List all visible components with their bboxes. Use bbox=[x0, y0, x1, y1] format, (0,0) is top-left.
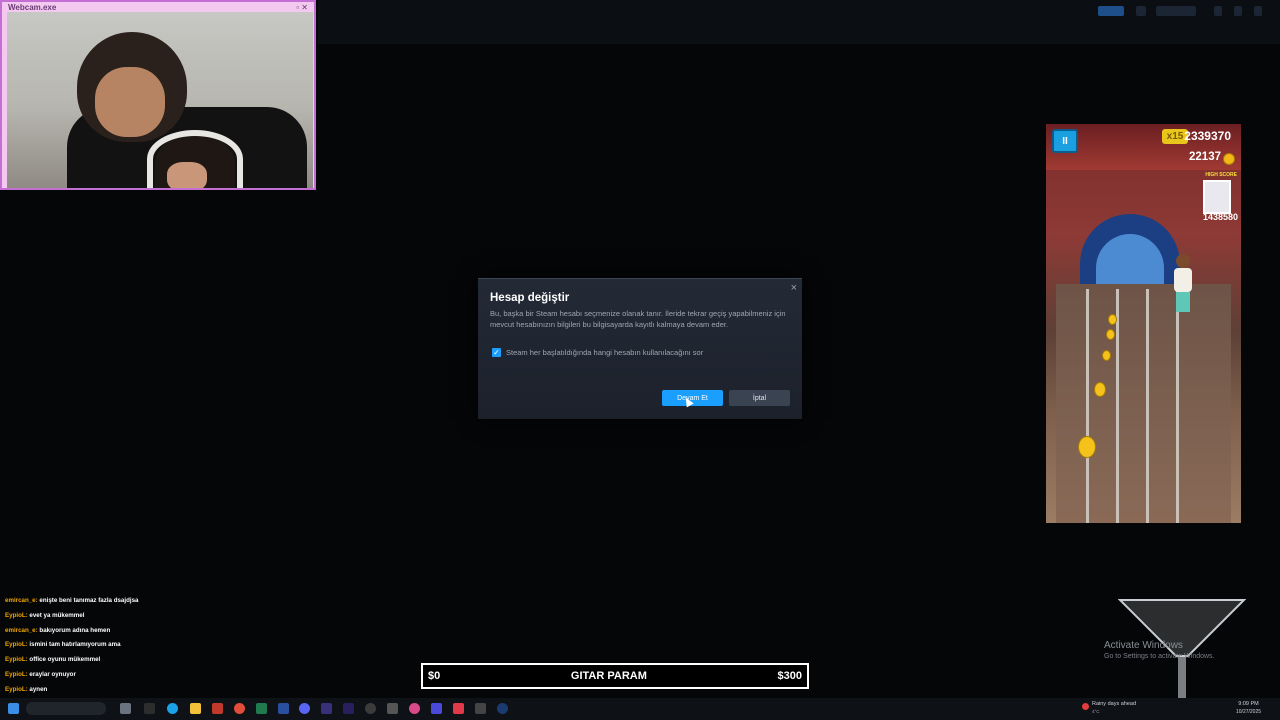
activate-windows-title: Activate Windows bbox=[1104, 640, 1183, 651]
maximize-icon[interactable] bbox=[1234, 6, 1242, 16]
coin-icon bbox=[1094, 382, 1106, 397]
app-icon[interactable] bbox=[431, 703, 442, 714]
steam-window-topbar bbox=[318, 0, 1280, 44]
webcam-window-controls: ▫ ✕ bbox=[296, 3, 308, 12]
game-panel: II x15 2339370 22137 HIGH SCORE 1438580 bbox=[1046, 124, 1241, 523]
chat-text: enişte beni tanımaz fazla dsajdjsa bbox=[39, 597, 139, 604]
webcam-title: Webcam.exe bbox=[8, 3, 57, 12]
terminal-icon[interactable] bbox=[144, 703, 155, 714]
chat-text: aynen bbox=[29, 685, 48, 693]
rail bbox=[1176, 289, 1179, 523]
file-explorer-icon[interactable] bbox=[190, 703, 201, 714]
runner-head bbox=[1176, 254, 1190, 268]
rail bbox=[1116, 289, 1119, 523]
dialog-title: Hesap değiştir bbox=[490, 292, 570, 304]
chat-message: EypioL: aynen bbox=[5, 683, 335, 698]
steam-icon[interactable] bbox=[497, 703, 508, 714]
pause-button[interactable]: II bbox=[1052, 129, 1078, 153]
clock-date: 10/27/2025 bbox=[1236, 709, 1262, 715]
premiere-icon[interactable] bbox=[343, 703, 354, 714]
after-effects-icon[interactable] bbox=[321, 703, 332, 714]
webcam-feed bbox=[7, 12, 313, 188]
activate-windows-watermark: Activate Windows Go to Settings to activ… bbox=[1104, 640, 1215, 660]
chat-username: EypioL: bbox=[5, 611, 28, 619]
photoshop-icon[interactable] bbox=[278, 703, 289, 714]
chat-text: ismini tam hatırlamıyorum ama bbox=[29, 641, 121, 649]
chat-message: EypioL: office oyunu mükemmel bbox=[5, 653, 335, 668]
chat-text: evet ya mükemmel bbox=[29, 611, 85, 619]
high-score-label: HIGH SCORE bbox=[1205, 172, 1237, 178]
obs-icon[interactable] bbox=[365, 703, 376, 714]
coin-icon bbox=[1108, 314, 1117, 325]
chat-text: office oyunu mükemmel bbox=[29, 656, 101, 664]
taskbar: Rainy days ahead 4°C 9:09 PM 10/27/2025 bbox=[0, 698, 1280, 720]
chrome-icon[interactable] bbox=[234, 703, 245, 714]
checkbox-label: Steam her başlatıldığında hangi hesabın … bbox=[506, 348, 704, 357]
checkmark-icon[interactable]: ✓ bbox=[492, 348, 501, 357]
donation-goal-bar: $0 GITAR PARAM $300 bbox=[421, 663, 809, 689]
task-view-icon[interactable] bbox=[120, 703, 131, 714]
chat-username: EypioL: bbox=[5, 641, 28, 649]
high-score-value: 1438580 bbox=[1202, 212, 1238, 222]
app-icon[interactable] bbox=[453, 703, 464, 714]
edge-icon[interactable] bbox=[167, 703, 178, 714]
coin-icon bbox=[1223, 153, 1235, 165]
chat-message: EypioL: ismini tam hatırlamıyorum ama bbox=[5, 638, 335, 653]
webcam-person-face bbox=[95, 67, 165, 137]
runner-character bbox=[1170, 254, 1196, 314]
stream-chat: emircan_e: enişte beni tanımaz fazla dsa… bbox=[5, 594, 335, 712]
coin-icon bbox=[1102, 350, 1111, 361]
app-icon[interactable] bbox=[475, 703, 486, 714]
minimize-icon[interactable] bbox=[1214, 6, 1222, 16]
start-icon[interactable] bbox=[8, 703, 19, 714]
chat-message: emircan_e: bakıyorum adına hemen bbox=[5, 624, 335, 639]
runner-legs bbox=[1176, 292, 1190, 312]
discord-icon[interactable] bbox=[299, 703, 310, 714]
headset-icon bbox=[147, 130, 243, 188]
search-box[interactable] bbox=[26, 702, 106, 715]
goal-title: GITAR PARAM bbox=[570, 670, 647, 682]
chat-username: EypioL: bbox=[5, 656, 28, 664]
account-menu[interactable] bbox=[1156, 6, 1196, 16]
webcam-overlay: Webcam.exe ▫ ✕ bbox=[0, 0, 316, 190]
weather-alert-icon bbox=[1082, 703, 1089, 710]
steam-topbar-button[interactable] bbox=[1098, 6, 1124, 16]
chat-username: emircan_e: bbox=[5, 626, 38, 634]
rail bbox=[1086, 289, 1089, 523]
runner-body bbox=[1174, 268, 1192, 292]
coin-count: 22137 bbox=[1189, 151, 1221, 163]
app-icon[interactable] bbox=[387, 703, 398, 714]
high-score-avatar bbox=[1203, 180, 1231, 214]
taskbar-clock[interactable]: 9:09 PM 10/27/2025 bbox=[1236, 701, 1261, 715]
clock-time: 9:09 PM bbox=[1238, 701, 1259, 707]
chat-text: eraylar oynuyor bbox=[29, 670, 76, 678]
goal-current-amount: $0 bbox=[428, 670, 441, 682]
chat-message: emircan_e: enişte beni tanımaz fazla dsa… bbox=[5, 594, 335, 609]
chat-message: EypioL: eraylar oynuyor bbox=[5, 668, 335, 683]
app-icon[interactable] bbox=[256, 703, 267, 714]
chat-username: EypioL: bbox=[5, 670, 28, 678]
dialog-close-icon[interactable]: × bbox=[791, 282, 797, 294]
switch-account-dialog: × Hesap değiştir Bu, başka bir Steam hes… bbox=[478, 278, 802, 419]
app-icon[interactable] bbox=[212, 703, 223, 714]
rail bbox=[1146, 289, 1149, 523]
track-bed bbox=[1056, 284, 1231, 523]
opera-icon[interactable] bbox=[409, 703, 420, 714]
cancel-button[interactable]: İptal bbox=[729, 390, 790, 406]
notification-icon[interactable] bbox=[1136, 6, 1146, 16]
game-score: 2339370 bbox=[1184, 129, 1231, 143]
chat-text: bakıyorum adına hemen bbox=[39, 626, 111, 634]
activate-windows-subtitle: Go to Settings to activate Windows. bbox=[1104, 653, 1215, 660]
ask-account-checkbox-row[interactable]: ✓ Steam her başlatıldığında hangi hesabı… bbox=[492, 348, 703, 357]
chat-username: emircan_e: bbox=[5, 597, 38, 604]
weather-label: Rainy days ahead bbox=[1092, 701, 1137, 707]
dialog-body-text: Bu, başka bir Steam hesabı seçmenize ola… bbox=[490, 309, 786, 329]
coin-icon bbox=[1078, 436, 1096, 458]
coin-icon bbox=[1106, 329, 1115, 340]
chat-username: EypioL: bbox=[5, 685, 28, 693]
chat-message: EypioL: evet ya mükemmel bbox=[5, 609, 335, 624]
close-icon[interactable] bbox=[1254, 6, 1262, 16]
goal-target-amount: $300 bbox=[777, 670, 802, 682]
weather-temperature: 4°C bbox=[1092, 709, 1100, 714]
